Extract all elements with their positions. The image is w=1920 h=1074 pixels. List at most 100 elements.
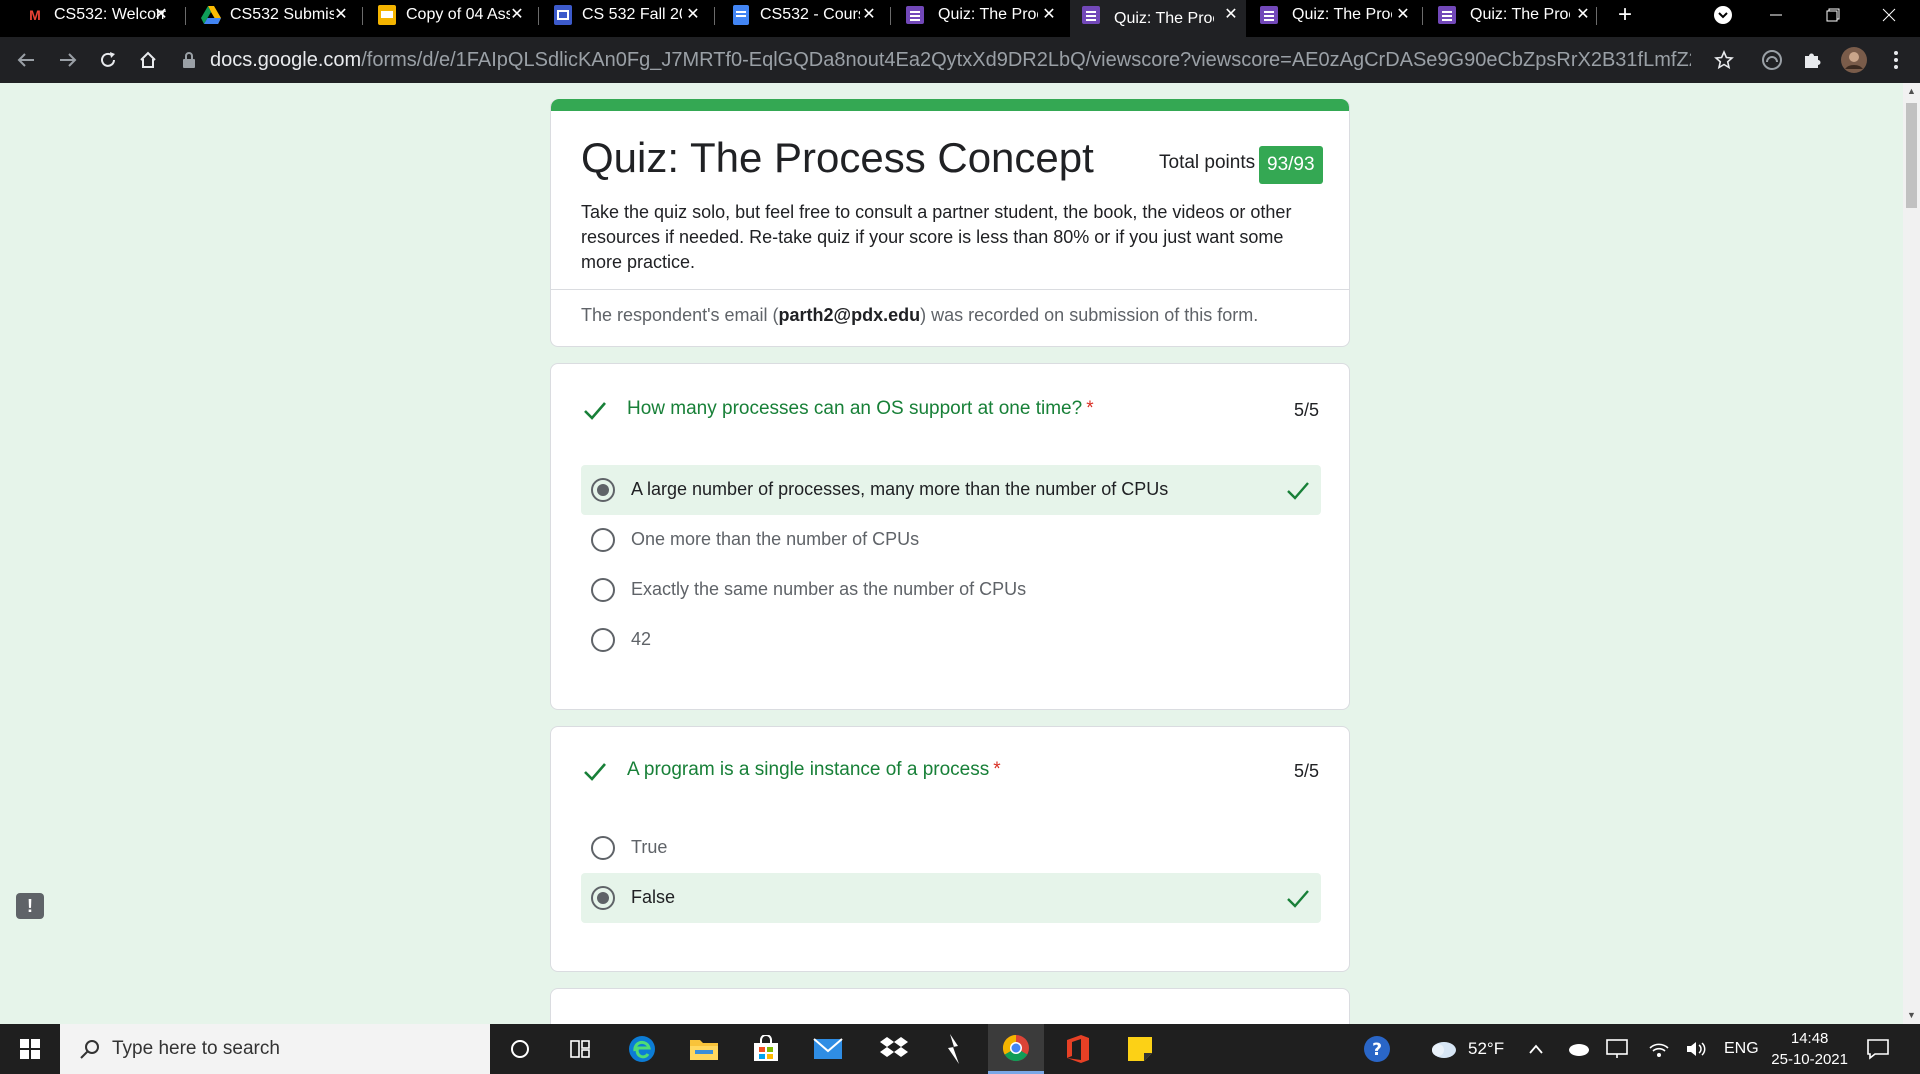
forms-icon	[1258, 4, 1280, 26]
arrow-left-icon	[17, 53, 34, 67]
tab-quiz-4[interactable]: Quiz: The Process ✕	[1426, 0, 1598, 30]
forward-button[interactable]	[54, 46, 82, 74]
taskbar-store[interactable]	[738, 1024, 794, 1074]
arrow-right-icon	[60, 53, 77, 67]
question-card-3	[550, 988, 1350, 1024]
taskbar-clock[interactable]: 14:48 25-10-2021	[1771, 1028, 1848, 1070]
close-window-button[interactable]	[1866, 0, 1912, 30]
close-tab-icon[interactable]: ✕	[1574, 6, 1592, 24]
tab-quiz-active[interactable]: Quiz: The Process ✕	[1070, 0, 1246, 37]
tab-label: CS 532 Fall 2021	[582, 6, 682, 23]
onedrive-tray[interactable]	[1566, 1024, 1590, 1074]
taskbar-office[interactable]	[1050, 1024, 1106, 1074]
tab-cs532-welcome[interactable]: M CS532: Welcome ✕	[0, 0, 176, 30]
task-view-icon	[570, 1040, 590, 1058]
windows-logo-icon	[20, 1039, 40, 1059]
report-feedback-button[interactable]: !	[16, 893, 44, 919]
extension-button[interactable]	[1758, 46, 1786, 74]
answer-option[interactable]: A large number of processes, many more t…	[581, 465, 1321, 515]
scroll-thumb[interactable]	[1906, 103, 1917, 208]
windows-taskbar: Type here to search ? 52°F ENG 14:48 25-…	[0, 1024, 1920, 1074]
show-hidden-icons[interactable]	[1528, 1024, 1544, 1074]
answer-option[interactable]: One more than the number of CPUs	[581, 515, 1321, 565]
notifications-button[interactable]	[1866, 1024, 1890, 1074]
extensions-button[interactable]	[1798, 46, 1826, 74]
reload-button[interactable]	[94, 46, 122, 74]
answer-option[interactable]: True	[581, 823, 1321, 873]
respondent-email: parth2@pdx.edu	[778, 305, 921, 325]
home-button[interactable]	[134, 46, 162, 74]
tab-cs532-fall-2021[interactable]: CS 532 Fall 2021 ✕	[542, 0, 708, 30]
docs-icon	[730, 4, 752, 26]
tab-cs532-submissions[interactable]: CS532 Submissions ✕	[190, 0, 356, 30]
scroll-up-icon[interactable]: ▲	[1903, 83, 1920, 100]
taskbar-app-bolt[interactable]	[926, 1024, 982, 1074]
restore-button[interactable]	[1810, 0, 1856, 30]
option-label: A large number of processes, many more t…	[631, 479, 1169, 499]
chevron-down-circle-icon	[1714, 6, 1732, 24]
headphones-icon	[1762, 50, 1782, 70]
new-tab-button[interactable]: +	[1602, 0, 1648, 30]
tab-search-button[interactable]	[1700, 0, 1746, 30]
language-indicator[interactable]: ENG	[1724, 1024, 1759, 1074]
close-tab-icon[interactable]: ✕	[1394, 6, 1412, 24]
total-points-label: Total points	[1159, 152, 1256, 173]
radio-selected[interactable]	[591, 478, 615, 502]
scroll-down-icon[interactable]: ▼	[1903, 1007, 1920, 1024]
volume-tray[interactable]	[1686, 1024, 1708, 1074]
close-tab-icon[interactable]: ✕	[860, 6, 878, 24]
answer-option[interactable]: False	[581, 873, 1321, 923]
tab-separator	[714, 7, 715, 25]
tab-copy-of-04-assignment[interactable]: Copy of 04 Assignment ✕	[366, 0, 532, 30]
display-tray[interactable]	[1606, 1024, 1628, 1074]
correct-check-icon	[1287, 482, 1309, 500]
weather-widget[interactable]: 52°F	[1428, 1024, 1504, 1074]
radio-unselected[interactable]	[591, 628, 615, 652]
taskbar-search[interactable]: Type here to search	[60, 1024, 490, 1074]
tab-separator	[890, 7, 891, 25]
wifi-tray[interactable]	[1648, 1024, 1670, 1074]
tab-cs532-course[interactable]: CS532 - Course ✕	[718, 0, 884, 30]
weather-temperature: 52°F	[1468, 1039, 1505, 1058]
close-tab-icon[interactable]: ✕	[1040, 6, 1058, 24]
radio-selected[interactable]	[591, 886, 615, 910]
start-button[interactable]	[0, 1024, 60, 1074]
taskbar-mail[interactable]	[800, 1024, 856, 1074]
back-button[interactable]	[12, 46, 40, 74]
tab-label: Quiz: The Process	[1470, 6, 1570, 23]
help-tray-icon[interactable]: ?	[1362, 1024, 1392, 1074]
answer-option[interactable]: Exactly the same number as the number of…	[581, 565, 1321, 615]
svg-text:?: ?	[1372, 1040, 1382, 1060]
radio-unselected[interactable]	[591, 578, 615, 602]
profile-button[interactable]	[1840, 46, 1868, 74]
close-tab-icon[interactable]: ✕	[684, 6, 702, 24]
address-bar[interactable]: docs.google.com /forms/d/e/1FAIpQLSdlicK…	[182, 42, 1742, 78]
page-scrollbar[interactable]: ▲ ▼	[1903, 83, 1920, 1024]
taskbar-chrome[interactable]	[988, 1024, 1044, 1074]
bookmark-button[interactable]	[1710, 46, 1738, 74]
close-tab-icon[interactable]: ✕	[152, 6, 170, 24]
sheets-icon	[552, 4, 574, 26]
taskbar-dropbox[interactable]	[866, 1024, 922, 1074]
required-asterisk: *	[1086, 398, 1094, 419]
task-view-button[interactable]	[552, 1024, 608, 1074]
minimize-button[interactable]	[1753, 0, 1799, 30]
taskbar-sticky-notes[interactable]	[1112, 1024, 1168, 1074]
close-tab-icon[interactable]: ✕	[332, 6, 350, 24]
taskbar-edge[interactable]	[614, 1024, 670, 1074]
email-prefix: The respondent's email (	[581, 305, 779, 325]
clock-date: 25-10-2021	[1771, 1051, 1848, 1068]
tab-quiz-1[interactable]: Quiz: The Process ✕	[894, 0, 1064, 30]
browser-menu-button[interactable]	[1882, 46, 1910, 74]
radio-unselected[interactable]	[591, 836, 615, 860]
cortana-button[interactable]	[492, 1024, 548, 1074]
close-tab-icon[interactable]: ✕	[1222, 6, 1240, 24]
kebab-menu-icon	[1894, 51, 1898, 69]
tab-quiz-3[interactable]: Quiz: The Process ✕	[1246, 0, 1418, 30]
tab-label: Copy of 04 Assignment	[406, 6, 510, 23]
radio-unselected[interactable]	[591, 528, 615, 552]
close-tab-icon[interactable]: ✕	[508, 6, 526, 24]
answer-option[interactable]: 42	[581, 615, 1321, 665]
taskbar-file-explorer[interactable]	[676, 1024, 732, 1074]
url-host: docs.google.com	[210, 48, 362, 71]
